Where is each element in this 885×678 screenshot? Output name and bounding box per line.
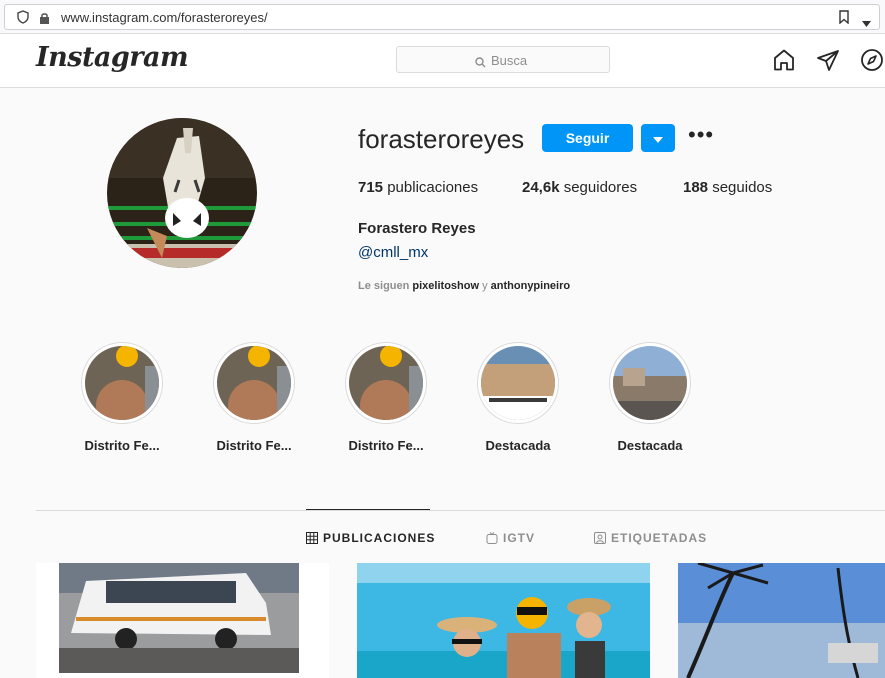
highlight-ring bbox=[81, 342, 163, 424]
followed-by-conjunction: y bbox=[482, 280, 488, 292]
following-count[interactable]: 188 seguidos bbox=[683, 179, 772, 196]
post-thumbnail[interactable] bbox=[678, 563, 885, 678]
igtv-icon bbox=[486, 532, 498, 544]
following-count-value: 188 bbox=[683, 179, 709, 196]
followed-by-user[interactable]: pixelitoshow bbox=[412, 280, 479, 292]
highlight-ring bbox=[345, 342, 427, 424]
highlight-label: Distrito Fe... bbox=[84, 438, 160, 453]
tab-igtv[interactable]: IGTV bbox=[486, 531, 535, 545]
shield-icon[interactable] bbox=[17, 10, 29, 29]
tabs-divider bbox=[36, 510, 885, 511]
followed-by-text: Le siguen pixelitoshow y anthonypineiro bbox=[358, 280, 570, 292]
highlight-thumbnail bbox=[217, 346, 291, 420]
posts-count-value: 715 bbox=[358, 179, 384, 196]
browser-url-bar: www.instagram.com/forasteroreyes/ bbox=[0, 0, 885, 34]
more-options-icon[interactable]: ••• bbox=[688, 124, 714, 146]
highlight-label: Distrito Fe... bbox=[216, 438, 292, 453]
story-highlight[interactable]: Distrito Fe... bbox=[80, 342, 164, 453]
search-input[interactable]: Busca bbox=[396, 46, 610, 73]
tab-label: IGTV bbox=[503, 531, 536, 545]
tab-etiquetadas[interactable]: ETIQUETADAS bbox=[594, 531, 707, 545]
highlight-ring bbox=[477, 342, 559, 424]
post-thumbnail[interactable] bbox=[36, 563, 329, 678]
followed-by-user[interactable]: anthonypineiro bbox=[491, 280, 570, 292]
address-field[interactable]: www.instagram.com/forasteroreyes/ bbox=[4, 4, 880, 30]
profile-username: forasteroreyes bbox=[358, 124, 525, 154]
profile-full-name: Forastero Reyes bbox=[358, 220, 476, 237]
bookmark-icon[interactable] bbox=[839, 10, 849, 29]
tab-label: PUBLICACIONES bbox=[323, 531, 436, 545]
active-tab-indicator bbox=[306, 509, 430, 510]
highlight-label: Destacada bbox=[485, 438, 551, 453]
search-placeholder: Busca bbox=[491, 53, 528, 68]
grid-icon bbox=[306, 532, 318, 544]
story-highlight[interactable]: Destacada bbox=[476, 342, 560, 453]
followed-by-prefix: Le siguen bbox=[358, 280, 410, 292]
dropdown-icon[interactable] bbox=[862, 14, 871, 32]
highlight-ring bbox=[609, 342, 691, 424]
tagged-icon bbox=[594, 532, 606, 544]
highlight-label: Destacada bbox=[617, 438, 683, 453]
search-icon bbox=[475, 55, 486, 73]
following-count-label: seguidos bbox=[712, 179, 773, 196]
lock-icon[interactable] bbox=[39, 11, 50, 29]
highlight-thumbnail bbox=[85, 346, 159, 420]
profile-link[interactable]: @cmll_mx bbox=[358, 244, 428, 261]
followers-count-value: 24,6k bbox=[522, 179, 560, 196]
highlight-thumbnail bbox=[349, 346, 423, 420]
chevron-down-icon bbox=[653, 136, 663, 143]
posts-count[interactable]: 715 publicaciones bbox=[358, 179, 478, 196]
home-icon[interactable] bbox=[772, 48, 796, 77]
followers-count[interactable]: 24,6k seguidores bbox=[522, 179, 637, 196]
instagram-logo[interactable]: Instagram bbox=[36, 42, 189, 73]
highlight-label: Distrito Fe... bbox=[348, 438, 424, 453]
story-highlight[interactable]: Destacada bbox=[608, 342, 692, 453]
tab-publicaciones[interactable]: PUBLICACIONES bbox=[306, 531, 435, 545]
url-text[interactable]: www.instagram.com/forasteroreyes/ bbox=[61, 10, 268, 25]
highlight-thumbnail bbox=[613, 346, 687, 420]
direct-icon[interactable] bbox=[816, 48, 840, 77]
explore-icon[interactable] bbox=[860, 48, 884, 77]
follow-button[interactable]: Seguir bbox=[542, 124, 633, 152]
instagram-header: Instagram Busca bbox=[0, 34, 885, 88]
story-highlight[interactable]: Distrito Fe... bbox=[344, 342, 428, 453]
highlight-thumbnail bbox=[481, 346, 555, 420]
story-highlight[interactable]: Distrito Fe... bbox=[212, 342, 296, 453]
post-thumbnail[interactable] bbox=[357, 563, 650, 678]
profile-avatar[interactable] bbox=[107, 118, 257, 268]
posts-count-label: publicaciones bbox=[387, 179, 479, 196]
tab-label: ETIQUETADAS bbox=[611, 531, 708, 545]
followers-count-label: seguidores bbox=[563, 179, 638, 196]
highlight-ring bbox=[213, 342, 295, 424]
follow-suggestions-button[interactable] bbox=[641, 124, 675, 152]
